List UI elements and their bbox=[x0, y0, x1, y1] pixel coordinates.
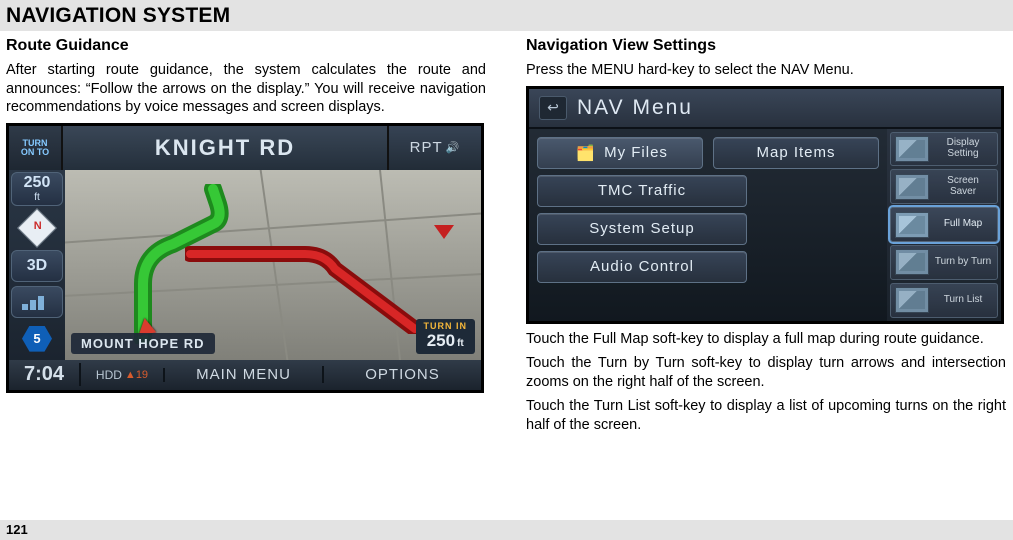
audio-control-button[interactable]: Audio Control bbox=[537, 251, 747, 283]
my-files-icon: 🗂️ bbox=[572, 143, 600, 163]
screenshot-map-guidance: TURN ON TO KNIGHT RD RPT🔊 250 ft bbox=[6, 123, 484, 393]
my-files-label: My Files bbox=[604, 144, 668, 161]
compass-icon[interactable] bbox=[9, 208, 65, 248]
options-button[interactable]: OPTIONS bbox=[324, 366, 481, 383]
thumb-turn-by-turn-icon bbox=[895, 249, 929, 275]
turn-in-value: 250 bbox=[427, 331, 455, 350]
left-column: Route Guidance After starting route guid… bbox=[6, 37, 486, 440]
thumb-display-setting[interactable]: Display Setting bbox=[890, 132, 998, 167]
system-setup-button[interactable]: System Setup bbox=[537, 213, 747, 245]
map-bottom-bar: 7:04 HDD ▲19 MAIN MENU OPTIONS bbox=[9, 360, 481, 390]
map-canvas[interactable]: MOUNT HOPE RD TURN IN 250ft bbox=[65, 170, 481, 360]
nav-menu-body: 🗂️ My Files Map Items TMC Traffic System… bbox=[529, 129, 887, 321]
thumb-screen-saver-label: Screen Saver bbox=[933, 176, 993, 197]
road-name: KNIGHT RD bbox=[63, 126, 389, 170]
my-files-button[interactable]: 🗂️ My Files bbox=[537, 137, 703, 169]
para-full-map: Touch the Full Map soft-key to display a… bbox=[526, 330, 1006, 349]
para-nav-intro: Press the MENU hard-key to select the NA… bbox=[526, 61, 1006, 80]
route-number-value: 5 bbox=[22, 326, 52, 352]
header-bar: NAVIGATION SYSTEM bbox=[0, 0, 1013, 31]
para-route-guidance: After starting route guidance, the syste… bbox=[6, 61, 486, 117]
route-red-path bbox=[185, 214, 455, 334]
main-menu-button[interactable]: MAIN MENU bbox=[165, 366, 324, 383]
thumb-turn-list-icon bbox=[895, 287, 929, 313]
current-street-label: MOUNT HOPE RD bbox=[71, 333, 215, 354]
scale-bars-icon[interactable] bbox=[11, 286, 63, 318]
page-number: 121 bbox=[0, 520, 1013, 540]
rpt-label: RPT bbox=[410, 139, 443, 156]
thumb-turn-by-turn-label: Turn by Turn bbox=[933, 257, 993, 268]
nav-thumbnail-column: Display Setting Screen Saver Full Map Tu… bbox=[887, 129, 1001, 321]
nav-menu-titlebar: ↩ NAV Menu bbox=[529, 89, 1001, 129]
turn-in-label: TURN IN bbox=[424, 321, 468, 331]
map-items-button[interactable]: Map Items bbox=[713, 137, 879, 169]
tmc-traffic-button[interactable]: TMC Traffic bbox=[537, 175, 747, 207]
hdd-temp: ▲19 bbox=[125, 369, 148, 381]
thumb-full-map-icon bbox=[895, 212, 929, 238]
thumb-turn-list-label: Turn List bbox=[933, 295, 993, 306]
thumb-full-map[interactable]: Full Map bbox=[890, 207, 998, 242]
hdd-label: HDD bbox=[96, 368, 122, 382]
clock-display: 7:04 bbox=[9, 363, 81, 386]
para-turn-list: Touch the Turn List soft-key to display … bbox=[526, 397, 1006, 434]
subhead-route-guidance: Route Guidance bbox=[6, 37, 486, 55]
thumb-turn-list[interactable]: Turn List bbox=[890, 283, 998, 318]
page-title: NAVIGATION SYSTEM bbox=[6, 4, 1007, 28]
map-sidebar: 250 ft 3D 5 bbox=[9, 170, 65, 360]
3d-toggle[interactable]: 3D bbox=[11, 250, 63, 282]
thumb-display-setting-label: Display Setting bbox=[933, 138, 993, 159]
sound-icon: 🔊 bbox=[446, 141, 461, 154]
turn-in-unit: ft bbox=[457, 338, 464, 349]
thumb-screen-saver-icon bbox=[895, 174, 929, 200]
repeat-button[interactable]: RPT🔊 bbox=[389, 126, 481, 170]
screenshot-nav-menu: ↩ NAV Menu 🗂️ My Files Map Items TMC Tra… bbox=[526, 86, 1004, 324]
distance-value: 250 bbox=[24, 174, 51, 192]
route-number-badge[interactable]: 5 bbox=[9, 320, 65, 358]
turn-in-badge: TURN IN 250ft bbox=[416, 319, 476, 354]
turn-on-to-label: TURN ON TO bbox=[9, 126, 63, 170]
distance-badge[interactable]: 250 ft bbox=[11, 172, 63, 206]
back-icon[interactable]: ↩ bbox=[539, 96, 567, 120]
turn-label-line2: ON TO bbox=[21, 148, 49, 157]
hdd-indicator: HDD ▲19 bbox=[81, 368, 165, 382]
thumb-full-map-label: Full Map bbox=[933, 219, 993, 230]
thumb-turn-by-turn[interactable]: Turn by Turn bbox=[890, 245, 998, 280]
subhead-nav-view-settings: Navigation View Settings bbox=[526, 37, 1006, 55]
right-column: Navigation View Settings Press the MENU … bbox=[526, 37, 1006, 440]
nav-menu-title: NAV Menu bbox=[577, 96, 693, 120]
thumb-screen-saver[interactable]: Screen Saver bbox=[890, 169, 998, 204]
para-turn-by-turn: Touch the Turn by Turn soft-key to displ… bbox=[526, 354, 1006, 391]
3d-label: 3D bbox=[27, 257, 47, 275]
turn-arrow-icon bbox=[434, 225, 454, 239]
thumb-display-setting-icon bbox=[895, 136, 929, 162]
distance-unit: ft bbox=[34, 192, 40, 203]
